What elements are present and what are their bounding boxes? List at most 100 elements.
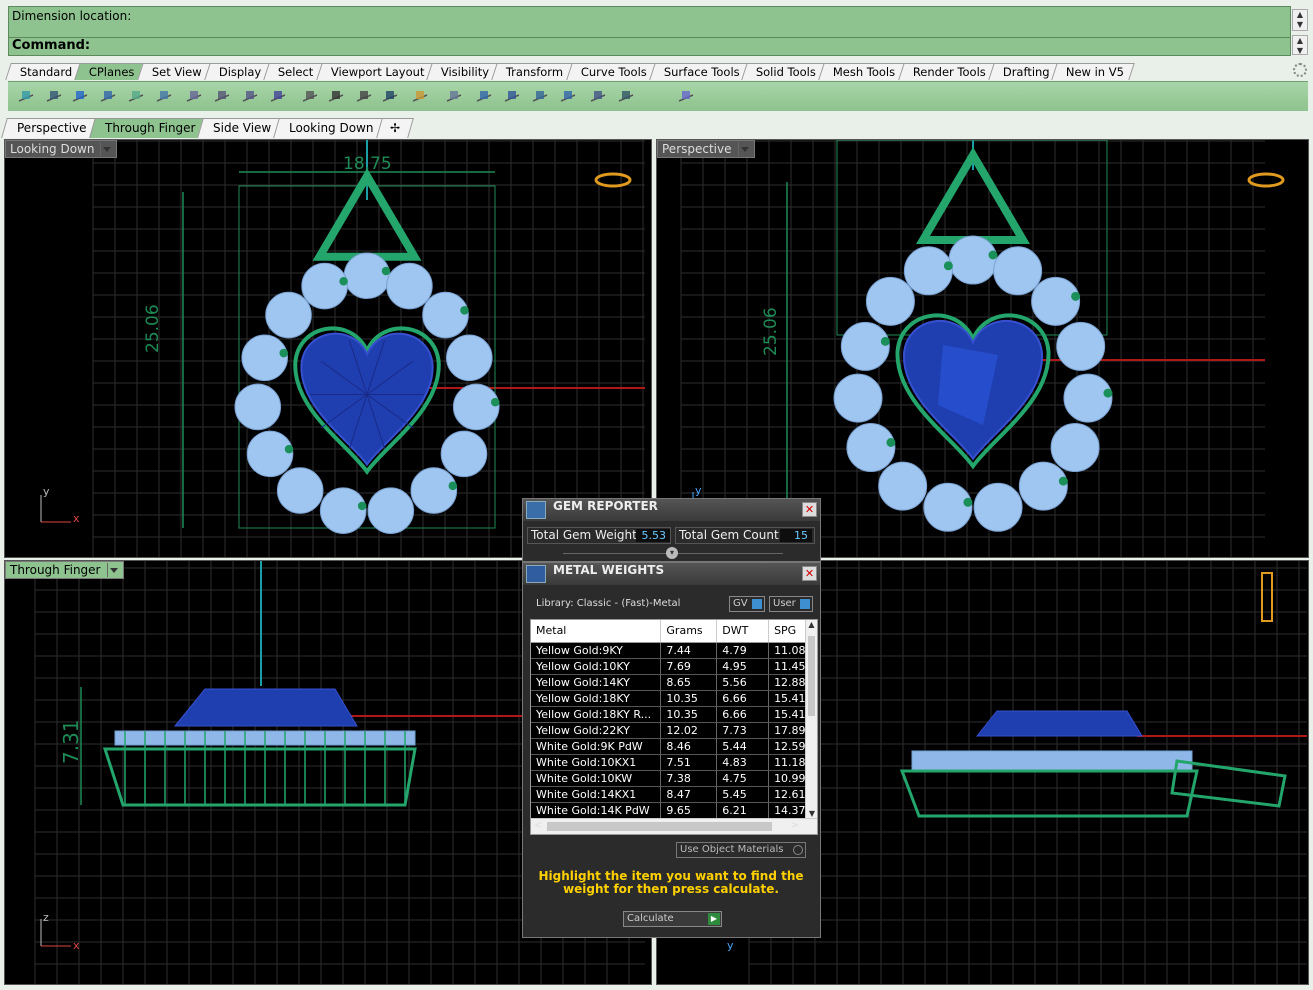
- add-viewport-tab-icon[interactable]: ✢: [375, 118, 414, 138]
- ring-icon: [594, 172, 632, 188]
- prong: [284, 444, 294, 454]
- select-icon[interactable]: [326, 87, 346, 107]
- view-tab-looking-down[interactable]: Looking Down: [273, 118, 386, 138]
- column-header-dwt[interactable]: DWT: [716, 620, 770, 643]
- arrow-icon[interactable]: [588, 87, 608, 107]
- view-tab-side-view[interactable]: Side View: [197, 118, 284, 138]
- close-icon[interactable]: ✕: [802, 502, 817, 517]
- toolbar-tab-curve-tools[interactable]: Curve Tools: [565, 63, 658, 80]
- table-row[interactable]: Yellow Gold:22KY 12.02 7.73 17.89: [531, 722, 815, 739]
- chevron-down-icon[interactable]: [106, 563, 119, 577]
- table-row[interactable]: White Gold:14K PdW 9.65 6.21 14.37: [531, 802, 815, 819]
- view-tab-through-finger[interactable]: Through Finger: [88, 118, 207, 138]
- cplane-rotate-icon[interactable]: [154, 87, 174, 107]
- table-cell-metal: Yellow Gold:9KY: [531, 642, 662, 659]
- save-icon[interactable]: [380, 87, 400, 107]
- toolbar-tab-render-tools[interactable]: Render Tools: [897, 63, 997, 80]
- vertical-scrollbar[interactable]: ▲ ▼: [805, 620, 817, 818]
- view-tab-perspective[interactable]: Perspective: [1, 118, 99, 138]
- open-icon[interactable]: [410, 87, 430, 107]
- use-object-materials-toggle[interactable]: Use Object Materials: [676, 842, 806, 858]
- prong: [943, 261, 953, 271]
- view-tab-label: Perspective: [17, 121, 87, 135]
- move-icon[interactable]: [558, 87, 578, 107]
- scroll-down-icon[interactable]: ▼: [806, 809, 817, 818]
- table-row[interactable]: White Gold:10KW 7.38 4.75 10.99: [531, 770, 815, 787]
- chevron-down-icon[interactable]: [737, 142, 750, 156]
- cplane-elevation-icon[interactable]: [44, 87, 64, 107]
- table-row[interactable]: Yellow Gold:18KY R... 10.35 6.66 15.41: [531, 706, 815, 723]
- toolbar-tab-drafting[interactable]: Drafting: [987, 63, 1061, 80]
- table-row[interactable]: Yellow Gold:10KY 7.69 4.95 11.45: [531, 658, 815, 675]
- calculate-button[interactable]: Calculate ▶: [623, 911, 722, 927]
- toolbar-tab-display[interactable]: Display: [203, 63, 272, 80]
- perspective-scene: [657, 140, 1285, 557]
- export-icon[interactable]: [444, 87, 464, 107]
- axis-y-label: y: [695, 484, 702, 497]
- table-row[interactable]: Yellow Gold:18KY 10.35 6.66 15.41: [531, 690, 815, 707]
- toolbar-tab-cplanes[interactable]: CPlanes: [74, 63, 146, 80]
- halo-stone: [993, 246, 1043, 296]
- toolbar-tab-surface-tools[interactable]: Surface Tools: [648, 63, 751, 80]
- halo-stone: [948, 235, 998, 285]
- cplane-object-icon[interactable]: [70, 87, 90, 107]
- axis-y-label: y: [727, 939, 734, 952]
- cplane-surface-icon[interactable]: [98, 87, 118, 107]
- cplane-icon[interactable]: [16, 87, 36, 107]
- table-row[interactable]: White Gold:9K PdW 8.46 5.44 12.59: [531, 738, 815, 755]
- table-row[interactable]: White Gold:14KX1 8.47 5.45 12.61: [531, 786, 815, 803]
- prong: [448, 481, 458, 491]
- history-scroll[interactable]: ▲ ▼: [1292, 9, 1308, 31]
- column-header-grams[interactable]: Grams: [660, 620, 718, 643]
- viewport-label[interactable]: Perspective: [657, 140, 755, 158]
- move-up-icon[interactable]: [530, 87, 550, 107]
- scroll-thumb[interactable]: [808, 636, 815, 716]
- viewport-label[interactable]: Looking Down: [5, 140, 118, 158]
- toolbar-tab-transform[interactable]: Transform: [491, 63, 575, 80]
- viewport-label[interactable]: Through Finger: [5, 561, 124, 579]
- arrows-icon[interactable]: [616, 87, 636, 107]
- viewport-looking-down[interactable]: Looking Down 18.75 25.06 y x: [4, 139, 652, 558]
- cplane-origin-icon[interactable]: [184, 87, 204, 107]
- toolbar-tab-visibility[interactable]: Visibility: [426, 63, 501, 80]
- gear-icon[interactable]: [1293, 63, 1307, 77]
- grid-icon[interactable]: [354, 87, 374, 107]
- close-icon[interactable]: ✕: [802, 566, 817, 581]
- toolbar-tab-solid-tools[interactable]: Solid Tools: [741, 63, 828, 80]
- chevron-down-icon[interactable]: [100, 142, 112, 156]
- undo-cplane-icon[interactable]: [300, 87, 320, 107]
- use-object-materials-label: Use Object Materials: [680, 844, 784, 855]
- hscroll-thumb[interactable]: [547, 822, 772, 831]
- toolbar-tab-viewport-layout[interactable]: Viewport Layout: [315, 63, 435, 80]
- viewport-perspective[interactable]: Perspective 25.06 y: [656, 139, 1309, 558]
- toolbar-tab-new-in-v5[interactable]: New in V5: [1051, 63, 1136, 80]
- prompt-scroll[interactable]: ▲ ▼: [1292, 35, 1308, 55]
- halo-stone: [878, 461, 928, 511]
- command-prompt[interactable]: Command:: [12, 38, 90, 53]
- column-header-metal[interactable]: Metal: [531, 620, 662, 643]
- cplane-3point-icon[interactable]: [212, 87, 232, 107]
- table-row[interactable]: Yellow Gold:9KY 7.44 4.79 11.08: [531, 642, 815, 659]
- table-row[interactable]: White Gold:10KX1 7.51 4.83 11.18: [531, 754, 815, 771]
- halo-stone: [903, 246, 953, 296]
- toolbar-tab-set-view[interactable]: Set View: [137, 63, 213, 80]
- table-cell-metal: White Gold:14K PdW: [531, 802, 662, 819]
- cplane-xaxis-icon[interactable]: [240, 87, 260, 107]
- render-icon[interactable]: [676, 87, 696, 107]
- user-toggle[interactable]: User: [769, 596, 813, 612]
- table-row[interactable]: Yellow Gold:14KY 8.65 5.56 12.88: [531, 674, 815, 691]
- cplane-curve-icon[interactable]: [126, 87, 146, 107]
- scroll-left-icon[interactable]: <: [534, 820, 542, 831]
- cplane-zaxis-icon[interactable]: [268, 87, 288, 107]
- scroll-right-icon[interactable]: >: [791, 820, 799, 831]
- scroll-up-icon[interactable]: ▲: [806, 620, 817, 629]
- move-down-icon[interactable]: [502, 87, 522, 107]
- gv-toggle[interactable]: GV: [729, 596, 765, 612]
- toolbar-tab-select[interactable]: Select: [263, 63, 325, 80]
- halo-stone: [301, 262, 348, 310]
- toolbar-tab-standard[interactable]: Standard: [5, 63, 84, 80]
- expand-icon[interactable]: ▾: [666, 547, 678, 559]
- horizontal-scrollbar[interactable]: < >: [531, 818, 817, 834]
- toolbar-tab-mesh-tools[interactable]: Mesh Tools: [818, 63, 907, 80]
- dimension-icon[interactable]: [474, 87, 494, 107]
